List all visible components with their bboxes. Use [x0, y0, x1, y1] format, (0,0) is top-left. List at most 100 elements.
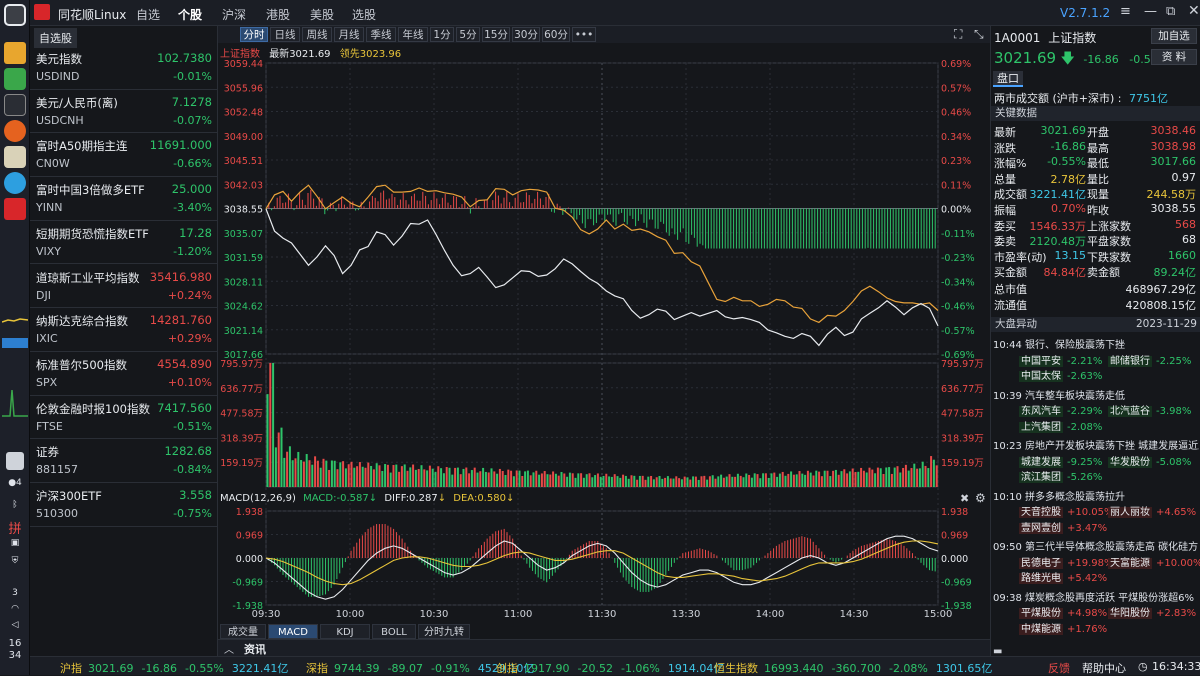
minimize-button[interactable]: —: [1144, 4, 1157, 19]
period-tab-0[interactable]: 分时: [240, 27, 268, 42]
news-tab[interactable]: 资讯: [244, 641, 266, 657]
volume-bar: [616, 476, 619, 487]
nav-tab-4[interactable]: 美股: [310, 6, 334, 23]
watchlist-tab[interactable]: 自选股: [34, 28, 77, 48]
nav-tab-2[interactable]: 沪深: [222, 6, 246, 23]
period-tab-10[interactable]: 60分: [542, 27, 570, 42]
mover-stock[interactable]: 天音控股 +10.05%: [1019, 503, 1114, 518]
shield-icon[interactable]: ⛨: [0, 556, 30, 566]
period-tab-7[interactable]: 5分: [456, 27, 480, 42]
bluetooth-icon[interactable]: ᛒ: [0, 500, 30, 510]
period-tab-4[interactable]: 季线: [366, 27, 396, 42]
mover-stock[interactable]: 邮储银行 -2.25%: [1108, 352, 1191, 367]
mover-event[interactable]: 10:23 房地产开发板块震荡下挫 城建发展逼近跌停: [993, 437, 1199, 452]
mover-event[interactable]: 10:10 拼多多概念股震荡拉升: [993, 488, 1199, 503]
watchlist-item[interactable]: 富时A50期指主连 CN0W 11691.000 -0.66%: [30, 133, 218, 178]
files-icon[interactable]: [4, 42, 26, 64]
period-tab-11[interactable]: •••: [572, 27, 596, 42]
volume-icon[interactable]: ◁: [0, 620, 30, 630]
mover-stock[interactable]: 北汽蓝谷 -3.98%: [1108, 402, 1191, 417]
period-tab-9[interactable]: 30分: [512, 27, 540, 42]
chart-area[interactable]: 上证指数 最新3021.69 领先3023.96 09:30 10:00 10:30…: [218, 43, 990, 639]
menu-icon[interactable]: [4, 4, 26, 26]
mover-stock[interactable]: 壹网壹创 +3.47%: [1019, 519, 1107, 534]
nav-tab-5[interactable]: 选股: [352, 6, 376, 23]
clipboard-icon[interactable]: ▣: [0, 538, 30, 548]
watchlist-item[interactable]: 沪深300ETF 510300 3.558 -0.75%: [30, 483, 218, 527]
watchlist-item[interactable]: 道琼斯工业平均指数 DJI 35416.980 +0.24%: [30, 265, 218, 309]
nav-tab-0[interactable]: 自选: [136, 6, 160, 23]
watchlist-item[interactable]: 证券 881157 1282.68 -0.84%: [30, 439, 218, 483]
indicator-tab-1[interactable]: MACD: [268, 624, 318, 639]
input-method-icon[interactable]: 拼: [0, 518, 30, 537]
status-index-hs[interactable]: 恒生指数 16993.440 -360.700 -2.08% 1301.65亿: [714, 660, 992, 676]
wifi-icon[interactable]: ◠: [0, 604, 30, 614]
volume-bar: [599, 476, 602, 487]
indicator-tab-3[interactable]: BOLL: [372, 624, 416, 639]
status-index-cy[interactable]: 创指 1917.90 -20.52 -1.06% 1914.04亿: [496, 660, 724, 676]
nav-tab-3[interactable]: 港股: [266, 6, 290, 23]
feedback-link[interactable]: 反馈: [1048, 660, 1070, 676]
mover-stock[interactable]: 路维光电 +5.42%: [1019, 569, 1107, 584]
mover-event[interactable]: 09:38 煤炭概念股再度活跃 平煤股份涨超6%: [993, 589, 1199, 604]
user-icon[interactable]: [4, 146, 26, 168]
mover-stock[interactable]: 华阳股份 +2.83%: [1108, 604, 1196, 619]
mover-stock[interactable]: 华发股份 -5.08%: [1108, 453, 1191, 468]
period-tab-8[interactable]: 15分: [482, 27, 510, 42]
terminal-icon[interactable]: [4, 94, 26, 116]
close-indicator-icon[interactable]: ✖: [960, 492, 969, 505]
volume-bar: [913, 463, 916, 487]
mover-stock[interactable]: 中国太保 -2.63%: [1019, 367, 1102, 382]
close-button[interactable]: ✕: [1188, 3, 1200, 19]
help-center-link[interactable]: 帮助中心: [1082, 660, 1126, 676]
mover-stock[interactable]: 东风汽车 -2.29%: [1019, 402, 1102, 417]
mover-stock[interactable]: 滨江集团 -5.26%: [1019, 468, 1102, 483]
period-tab-5[interactable]: 年线: [398, 27, 428, 42]
mover-event[interactable]: 09:50 第三代半导体概念股震荡走高 碳化硅方向...: [993, 538, 1199, 553]
watchlist-item[interactable]: 短期期货恐慌指数ETF VIXY 17.28 -1.20%: [30, 221, 218, 265]
nav-tab-1[interactable]: 个股: [178, 6, 203, 29]
software-icon[interactable]: [4, 120, 26, 142]
period-tab-2[interactable]: 周线: [302, 27, 332, 42]
profile-button[interactable]: 资 料: [1151, 49, 1197, 65]
watchlist-item[interactable]: 美元指数 USDIND 102.7380 -0.01%: [30, 46, 218, 90]
indicator-tab-0[interactable]: 成交量: [220, 624, 266, 639]
period-tab-1[interactable]: 日线: [270, 27, 300, 42]
intraday-chart[interactable]: 09:30 10:00 10:30 11:00 11:30 13:30 14:00 14:30…: [218, 43, 990, 624]
add-watchlist-button[interactable]: 加自选: [1151, 28, 1197, 44]
maximize-button[interactable]: ⧉: [1166, 4, 1175, 19]
mover-stock[interactable]: 平煤股份 +4.98%: [1019, 604, 1107, 619]
period-tab-3[interactable]: 月线: [334, 27, 364, 42]
shrink-icon[interactable]: ⤡: [974, 27, 984, 42]
tonghuashun-app-icon[interactable]: [4, 198, 26, 220]
tool-icon[interactable]: [4, 68, 26, 90]
watchlist-item[interactable]: 伦敦金融时报100指数 FTSE 7417.560 -0.51%: [30, 396, 218, 440]
indicator-tab-4[interactable]: 分时九转: [418, 624, 470, 639]
tab-pankou[interactable]: 盘口: [993, 71, 1023, 87]
watchlist-item[interactable]: 纳斯达克综合指数 IXIC 14281.760 +0.29%: [30, 308, 218, 352]
watchlist-item[interactable]: 标准普尔500指数 SPX 4554.890 +0.10%: [30, 352, 218, 396]
settings-indicator-icon[interactable]: ⚙: [975, 491, 986, 505]
collapse-news-icon[interactable]: ︿: [224, 641, 234, 656]
mover-stock[interactable]: 丽人丽妆 +4.65%: [1108, 503, 1196, 518]
mover-stock[interactable]: 上汽集团 -2.08%: [1019, 418, 1102, 433]
volume-bar: [739, 475, 742, 487]
fullscreen-icon[interactable]: ⛶: [954, 27, 962, 42]
mover-stock[interactable]: 中煤能源 +1.76%: [1019, 620, 1107, 635]
status-index-sh[interactable]: 沪指 3021.69 -16.86 -0.55% 3221.41亿: [60, 660, 288, 676]
watchlist-item[interactable]: 富时中国3倍做多ETF YINN 25.000 -3.40%: [30, 177, 218, 221]
mover-stock[interactable]: 城建发展 -9.25%: [1019, 453, 1102, 468]
telegram-icon[interactable]: [4, 172, 26, 194]
menu-button[interactable]: ≡: [1120, 4, 1131, 19]
mover-stock[interactable]: 天富能源 +10.00%: [1108, 554, 1200, 569]
period-tab-6[interactable]: 1分: [430, 27, 454, 42]
indicator-tab-2[interactable]: KDJ: [320, 624, 370, 639]
person-icon[interactable]: [6, 452, 24, 470]
watchlist-item[interactable]: 美元/人民币(离) USDCNH 7.1278 -0.07%: [30, 90, 218, 134]
mover-event[interactable]: 10:44 银行、保险股震荡下挫: [993, 336, 1199, 351]
movers-title: 大盘异动: [995, 318, 1037, 330]
key-value: -0.55%: [1047, 155, 1086, 169]
mover-event[interactable]: 10:39 汽车整车板块震荡走低: [993, 387, 1199, 402]
mover-stock[interactable]: 民德电子 +19.98%: [1019, 554, 1114, 569]
mover-stock[interactable]: 中国平安 -2.21%: [1019, 352, 1102, 367]
